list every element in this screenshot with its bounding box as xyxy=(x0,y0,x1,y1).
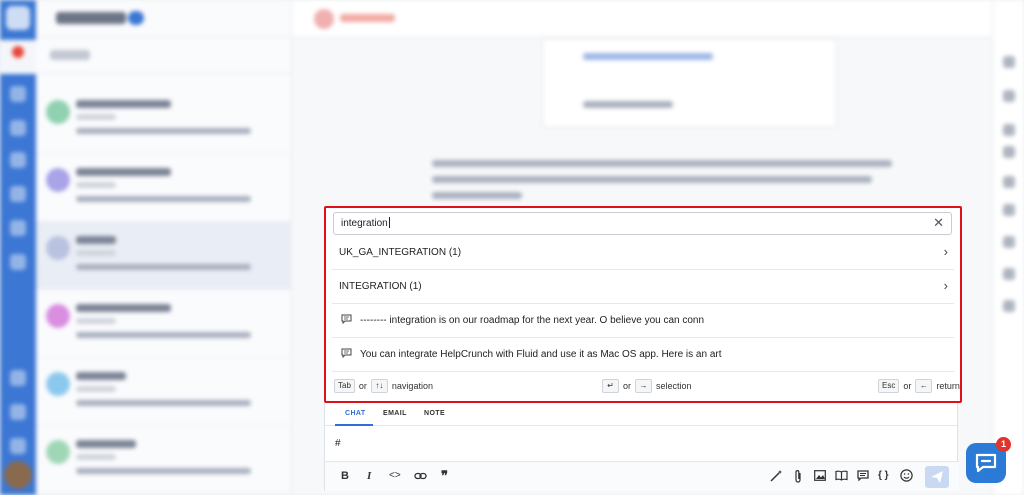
hint-selection: ↵ or → selection xyxy=(602,379,692,393)
hint-label: selection xyxy=(656,381,692,391)
chat-bubble-icon xyxy=(975,453,997,473)
hint-or: or xyxy=(358,381,367,391)
hint-return: Esc or ← return xyxy=(878,379,960,393)
send-button[interactable] xyxy=(925,466,949,488)
message-input[interactable]: # xyxy=(335,438,341,449)
conversation-list xyxy=(36,0,292,495)
chevron-right-icon: › xyxy=(943,244,948,259)
composer-toolbar: B I <> ❞ { } xyxy=(325,461,959,491)
result-label: You can integrate HelpCrunch with Fluid … xyxy=(360,349,722,360)
hint-or: or xyxy=(903,381,912,391)
knowledge-base-icon[interactable] xyxy=(835,470,848,481)
key-esc: Esc xyxy=(878,379,900,393)
key-left: ← xyxy=(915,379,933,393)
result-folder[interactable]: INTEGRATION (1) › xyxy=(332,270,954,304)
message-composer: CHAT EMAIL NOTE # B I <> ❞ { } xyxy=(324,403,959,491)
notification-badge: 1 xyxy=(996,437,1011,452)
avatar[interactable] xyxy=(4,461,32,489)
key-right: → xyxy=(635,379,653,393)
key-enter: ↵ xyxy=(602,379,619,393)
keyboard-hints: Tab or ↑↓ navigation ↵ or → selection Es… xyxy=(332,377,960,397)
text-caret xyxy=(388,217,390,228)
list-item[interactable] xyxy=(36,426,292,494)
send-icon xyxy=(931,471,943,483)
active-tab-indicator xyxy=(335,424,373,426)
nav-icon[interactable] xyxy=(10,370,26,386)
snippet-search-popup: integration ✕ UK_GA_INTEGRATION (1) › IN… xyxy=(324,206,962,403)
logo xyxy=(6,6,30,30)
list-item[interactable] xyxy=(36,358,292,426)
paperclip-icon[interactable] xyxy=(793,469,803,484)
hint-navigation: Tab or ↑↓ navigation xyxy=(334,379,433,393)
nav-icon[interactable] xyxy=(10,404,26,420)
nav-item-inbox[interactable] xyxy=(0,40,36,74)
left-nav-rail xyxy=(0,0,36,495)
snippet-icon[interactable] xyxy=(857,470,869,481)
hint-label: return xyxy=(936,381,960,391)
close-icon[interactable]: ✕ xyxy=(933,216,944,230)
nav-icon[interactable] xyxy=(10,254,26,270)
hint-label: navigation xyxy=(391,381,433,391)
nav-icon[interactable] xyxy=(10,152,26,168)
quote-icon[interactable]: ❞ xyxy=(441,469,448,482)
list-item[interactable] xyxy=(36,86,292,154)
tab-email[interactable]: EMAIL xyxy=(383,410,407,417)
italic-icon[interactable]: I xyxy=(367,470,371,482)
nav-icon[interactable] xyxy=(10,438,26,454)
list-item[interactable] xyxy=(36,290,292,358)
emoji-icon[interactable] xyxy=(900,469,913,482)
tab-note[interactable]: NOTE xyxy=(424,410,445,417)
code-icon[interactable]: <> xyxy=(389,470,401,482)
nav-icon[interactable] xyxy=(10,220,26,236)
nav-icon[interactable] xyxy=(10,86,26,102)
result-label: -------- integration is on our roadmap f… xyxy=(360,315,705,326)
list-item[interactable] xyxy=(36,222,292,290)
bold-icon[interactable]: B xyxy=(341,470,349,482)
result-label: INTEGRATION (1) xyxy=(339,281,422,292)
magic-wand-icon[interactable] xyxy=(769,469,783,483)
result-label: UK_GA_INTEGRATION (1) xyxy=(339,247,462,258)
result-snippet[interactable]: You can integrate HelpCrunch with Fluid … xyxy=(332,338,954,372)
snippet-search-input[interactable]: integration ✕ xyxy=(333,212,952,235)
snippet-icon xyxy=(341,348,352,358)
hint-or: or xyxy=(623,381,632,391)
result-folder[interactable]: UK_GA_INTEGRATION (1) › xyxy=(332,236,954,270)
variables-icon[interactable]: { } xyxy=(878,470,889,482)
right-sidebar xyxy=(992,0,1024,495)
image-icon[interactable] xyxy=(814,470,826,481)
snippet-icon xyxy=(341,314,352,324)
nav-icon[interactable] xyxy=(10,120,26,136)
result-snippet[interactable]: -------- integration is on our roadmap f… xyxy=(332,304,954,338)
key-tab: Tab xyxy=(334,379,355,393)
key-arrows: ↑↓ xyxy=(370,379,388,393)
tab-chat[interactable]: CHAT xyxy=(345,410,366,417)
link-icon[interactable] xyxy=(414,471,427,481)
search-value: integration xyxy=(341,218,388,229)
list-item[interactable] xyxy=(36,154,292,222)
chevron-right-icon: › xyxy=(943,278,948,293)
composer-tabs: CHAT EMAIL NOTE xyxy=(325,403,959,426)
nav-icon[interactable] xyxy=(10,186,26,202)
